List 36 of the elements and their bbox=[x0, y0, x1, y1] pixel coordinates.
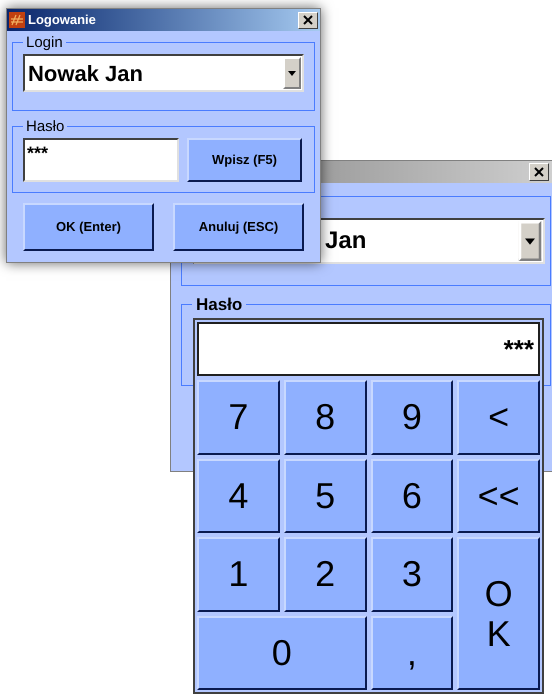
dropdown-value: Nowak Jan bbox=[28, 60, 143, 88]
keypad-key[interactable]: 6 bbox=[370, 458, 454, 533]
app-icon bbox=[9, 12, 25, 28]
caret-icon bbox=[525, 238, 535, 244]
group-label: Login bbox=[25, 35, 64, 50]
keypad-key[interactable]: < bbox=[457, 380, 540, 454]
keypad-key[interactable]: 1 bbox=[197, 537, 280, 612]
keypad-key[interactable]: 0 bbox=[197, 616, 366, 690]
keypad-key[interactable]: 7 bbox=[197, 380, 280, 454]
dropdown-button[interactable] bbox=[518, 221, 542, 261]
enter-password-button[interactable]: Wpisz (F5) bbox=[187, 138, 302, 182]
keypad-key[interactable]: 5 bbox=[284, 458, 366, 533]
password-field[interactable]: *** bbox=[23, 138, 179, 182]
dropdown-value: Jan bbox=[325, 226, 366, 256]
keypad-key[interactable]: 4 bbox=[197, 458, 280, 533]
display-text: *** bbox=[504, 332, 534, 366]
window-title: Logowanie bbox=[28, 11, 97, 30]
keypad-key[interactable]: , bbox=[370, 616, 454, 690]
close-button[interactable] bbox=[298, 12, 318, 28]
keypad-key[interactable]: 3 bbox=[370, 537, 454, 612]
keypad-key[interactable]: 8 bbox=[284, 380, 366, 454]
dropdown-field[interactable]: Nowak Jan bbox=[23, 54, 304, 92]
close-icon bbox=[534, 167, 544, 177]
close-button[interactable] bbox=[529, 163, 549, 181]
close-icon bbox=[303, 15, 313, 25]
group-label: Hasło bbox=[25, 119, 66, 134]
keypad-key[interactable]: OK bbox=[457, 537, 540, 690]
group-label: Hasło bbox=[195, 296, 244, 313]
dropdown-button[interactable] bbox=[283, 57, 301, 89]
dialog-button[interactable]: OK (Enter) bbox=[23, 203, 154, 251]
keypad-key[interactable]: 2 bbox=[284, 537, 366, 612]
dialog-button[interactable]: Anuluj (ESC) bbox=[173, 203, 304, 251]
caret-icon bbox=[288, 70, 296, 76]
keypad-key[interactable]: << bbox=[457, 458, 540, 533]
password-value: *** bbox=[27, 143, 48, 163]
keypad-key[interactable]: 9 bbox=[370, 380, 454, 454]
